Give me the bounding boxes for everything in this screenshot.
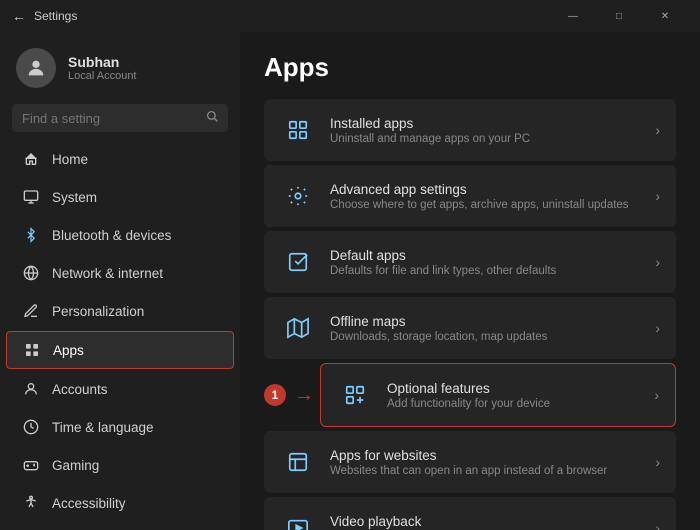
nav-accessibility-label: Accessibility xyxy=(52,496,126,511)
default-apps-icon xyxy=(280,244,316,280)
default-apps-desc: Defaults for file and link types, other … xyxy=(330,265,655,277)
search-box[interactable] xyxy=(12,104,228,132)
video-playback-text: Video playback Video adjustments, HDR st… xyxy=(330,514,655,530)
nav-system[interactable]: System xyxy=(6,179,234,215)
personalization-icon xyxy=(22,302,40,320)
settings-item-installed-apps[interactable]: Installed apps Uninstall and manage apps… xyxy=(264,99,676,161)
apps-websites-desc: Websites that can open in an app instead… xyxy=(330,465,655,477)
nav-personalization-label: Personalization xyxy=(52,304,144,319)
optional-features-row: 1 → Optional features Add functionality … xyxy=(264,363,676,427)
close-button[interactable]: ✕ xyxy=(642,0,688,32)
user-profile[interactable]: Subhan Local Account xyxy=(0,32,240,100)
nav-network-label: Network & internet xyxy=(52,266,163,281)
nav-system-label: System xyxy=(52,190,97,205)
nav-network[interactable]: Network & internet xyxy=(6,255,234,291)
network-icon xyxy=(22,264,40,282)
main-container: Subhan Local Account Home xyxy=(0,32,700,530)
nav-home-label: Home xyxy=(52,152,88,167)
video-playback-icon xyxy=(280,510,316,530)
settings-item-video-playback[interactable]: Video playback Video adjustments, HDR st… xyxy=(264,497,676,530)
nav-time-label: Time & language xyxy=(52,420,154,435)
apps-websites-text: Apps for websites Websites that can open… xyxy=(330,448,655,477)
installed-apps-desc: Uninstall and manage apps on your PC xyxy=(330,133,655,145)
accounts-icon xyxy=(22,380,40,398)
accessibility-icon xyxy=(22,494,40,512)
maximize-button[interactable]: □ xyxy=(596,0,642,32)
default-apps-chevron: › xyxy=(655,254,660,270)
offline-maps-title: Offline maps xyxy=(330,314,655,329)
advanced-app-icon xyxy=(280,178,316,214)
title-bar-left: ← Settings xyxy=(12,8,77,24)
video-playback-title: Video playback xyxy=(330,514,655,529)
gaming-icon xyxy=(22,456,40,474)
installed-apps-title: Installed apps xyxy=(330,116,655,131)
user-info: Subhan Local Account xyxy=(68,54,137,82)
nav-apps-label: Apps xyxy=(53,343,84,358)
content-area: Apps Installed apps Uninstall and manage… xyxy=(240,32,700,530)
window-controls: — □ ✕ xyxy=(550,0,688,32)
search-icon xyxy=(206,110,219,126)
nav-apps[interactable]: Apps xyxy=(6,331,234,369)
minimize-button[interactable]: — xyxy=(550,0,596,32)
nav-home[interactable]: Home xyxy=(6,141,234,177)
arrow-1-icon: → xyxy=(294,384,314,407)
default-apps-text: Default apps Defaults for file and link … xyxy=(330,248,655,277)
offline-maps-icon xyxy=(280,310,316,346)
bluetooth-icon xyxy=(22,226,40,244)
badge-1: 1 xyxy=(264,384,286,406)
optional-features-title: Optional features xyxy=(387,381,654,396)
settings-item-optional-features[interactable]: Optional features Add functionality for … xyxy=(320,363,676,427)
sidebar: Subhan Local Account Home xyxy=(0,32,240,530)
optional-features-chevron: › xyxy=(654,387,659,403)
badge-1-arrow: 1 → xyxy=(264,384,314,407)
default-apps-title: Default apps xyxy=(330,248,655,263)
title-bar: ← Settings — □ ✕ xyxy=(0,0,700,32)
nav-privacy[interactable]: Privacy & security xyxy=(6,523,234,530)
user-name: Subhan xyxy=(68,54,137,70)
system-icon xyxy=(22,188,40,206)
offline-maps-desc: Downloads, storage location, map updates xyxy=(330,331,655,343)
apps-websites-icon xyxy=(280,444,316,480)
settings-item-offline-maps[interactable]: Offline maps Downloads, storage location… xyxy=(264,297,676,359)
installed-apps-text: Installed apps Uninstall and manage apps… xyxy=(330,116,655,145)
avatar xyxy=(16,48,56,88)
video-playback-chevron: › xyxy=(655,520,660,530)
apps-websites-title: Apps for websites xyxy=(330,448,655,463)
settings-item-advanced-app[interactable]: Advanced app settings Choose where to ge… xyxy=(264,165,676,227)
nav-bluetooth[interactable]: Bluetooth & devices xyxy=(6,217,234,253)
nav-gaming[interactable]: Gaming xyxy=(6,447,234,483)
user-subtitle: Local Account xyxy=(68,70,137,82)
advanced-app-desc: Choose where to get apps, archive apps, … xyxy=(330,199,655,211)
back-icon[interactable]: ← xyxy=(12,8,26,24)
nav-time[interactable]: Time & language xyxy=(6,409,234,445)
time-icon xyxy=(22,418,40,436)
nav-accessibility[interactable]: Accessibility xyxy=(6,485,234,521)
offline-maps-text: Offline maps Downloads, storage location… xyxy=(330,314,655,343)
search-input[interactable] xyxy=(22,111,198,126)
advanced-app-title: Advanced app settings xyxy=(330,182,655,197)
title-bar-title: Settings xyxy=(34,9,77,23)
optional-features-icon xyxy=(337,377,373,413)
home-icon xyxy=(22,150,40,168)
optional-features-desc: Add functionality for your device xyxy=(387,398,654,410)
apps-websites-chevron: › xyxy=(655,454,660,470)
apps-icon xyxy=(23,341,41,359)
page-title: Apps xyxy=(264,52,676,83)
installed-apps-chevron: › xyxy=(655,122,660,138)
nav-accounts[interactable]: Accounts xyxy=(6,371,234,407)
settings-item-apps-websites[interactable]: Apps for websites Websites that can open… xyxy=(264,431,676,493)
offline-maps-chevron: › xyxy=(655,320,660,336)
nav-gaming-label: Gaming xyxy=(52,458,99,473)
nav-bluetooth-label: Bluetooth & devices xyxy=(52,228,171,243)
optional-features-text: Optional features Add functionality for … xyxy=(387,381,654,410)
settings-item-default-apps[interactable]: Default apps Defaults for file and link … xyxy=(264,231,676,293)
advanced-app-text: Advanced app settings Choose where to ge… xyxy=(330,182,655,211)
nav-accounts-label: Accounts xyxy=(52,382,108,397)
installed-apps-icon xyxy=(280,112,316,148)
advanced-app-chevron: › xyxy=(655,188,660,204)
nav-personalization[interactable]: Personalization xyxy=(6,293,234,329)
